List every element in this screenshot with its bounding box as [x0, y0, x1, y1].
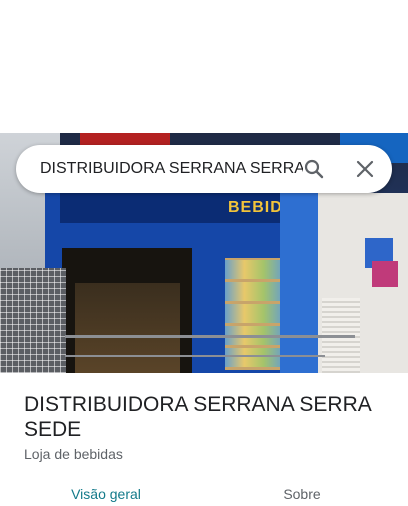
tab-about[interactable]: Sobre	[252, 485, 352, 505]
photo-grille	[0, 268, 66, 373]
search-icon[interactable]	[302, 157, 326, 181]
photo-pillar	[280, 173, 320, 373]
search-bar[interactable]: DISTRIBUIDORA SERRANA SERRA SEDE	[16, 145, 392, 193]
photo-railing	[65, 335, 355, 338]
photo-roof-red	[80, 133, 170, 145]
tab-overview[interactable]: Visão geral	[50, 485, 162, 505]
photo-side-sign	[372, 261, 398, 287]
search-query[interactable]: DISTRIBUIDORA SERRANA SERRA SEDE	[40, 145, 303, 193]
photo-bottle-shelf	[225, 258, 283, 370]
close-icon[interactable]	[353, 157, 377, 181]
place-title: DISTRIBUIDORA SERRANA SERRA SEDE	[24, 393, 371, 441]
top-blank-area	[0, 0, 408, 133]
photo-store-interior	[75, 283, 180, 373]
photo-railing-lower	[65, 355, 325, 357]
place-category: Loja de bebidas	[24, 446, 123, 462]
